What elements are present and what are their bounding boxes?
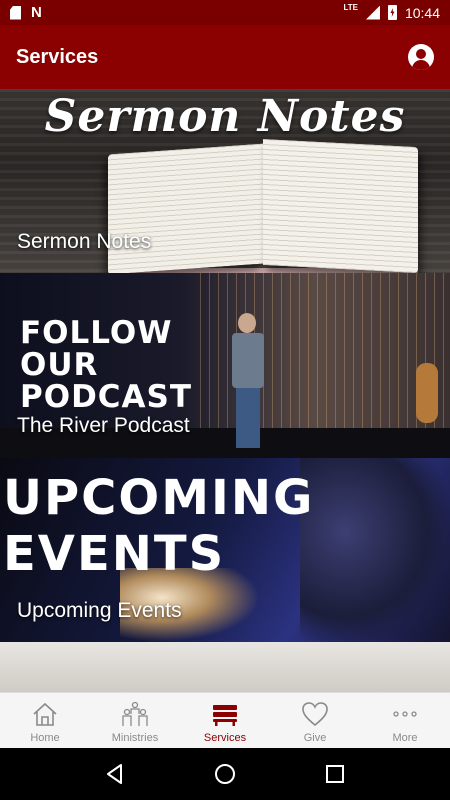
home-circle-icon[interactable] [213, 762, 237, 786]
system-navigation [0, 748, 450, 800]
person-image [300, 458, 450, 642]
card-label: The River Podcast [17, 414, 190, 437]
card-image-title: FOLLOW OUR PODCAST [20, 315, 193, 415]
heart-icon [301, 701, 329, 727]
network-type: LTE [343, 3, 358, 12]
speaker-figure [228, 313, 268, 453]
bible-image [108, 138, 418, 273]
app-bar: Services [0, 25, 450, 89]
guitar-image [416, 363, 438, 423]
podcast-card[interactable]: FOLLOW OUR PODCAST The River Podcast [0, 273, 450, 458]
recents-icon[interactable] [323, 762, 347, 786]
clock: 10:44 [404, 4, 440, 21]
card-label: Sermon Notes [17, 230, 152, 253]
pews-icon [211, 701, 239, 727]
status-bar: N LTE 10:44 [0, 0, 450, 25]
page-title: Services [16, 45, 99, 68]
more-dots-icon [391, 701, 419, 727]
signal-icon [365, 5, 380, 20]
nav-label: Home [30, 732, 60, 744]
nav-label: Services [203, 732, 247, 744]
sd-card-icon [10, 5, 21, 20]
nav-label: Give [303, 732, 327, 744]
nav-item-home[interactable]: Home [0, 693, 90, 748]
back-icon[interactable] [103, 762, 127, 786]
nav-item-services[interactable]: Services [180, 693, 270, 748]
partial-card[interactable] [0, 642, 450, 692]
n-notification-icon: N [31, 4, 42, 21]
nav-item-ministries[interactable]: Ministries [90, 693, 180, 748]
services-list: Sermon Notes Sermon Notes FOLLOW OUR POD… [0, 89, 450, 692]
nav-label: More [392, 732, 418, 744]
home-icon [31, 701, 59, 727]
card-image-title: Sermon Notes [44, 91, 406, 142]
upcoming-events-card[interactable]: UPCOMING EVENTS Upcoming Events [0, 458, 450, 642]
account-circle-icon[interactable] [408, 44, 434, 70]
nav-item-give[interactable]: Give [270, 693, 360, 748]
battery-charging-icon [387, 5, 397, 20]
nav-item-more[interactable]: More [360, 693, 450, 748]
card-image-title: UPCOMING EVENTS [3, 470, 315, 582]
sermon-notes-card[interactable]: Sermon Notes Sermon Notes [0, 89, 450, 273]
bottom-navigation: Home Ministries Services Give More [0, 692, 450, 748]
card-label: Upcoming Events [17, 599, 182, 622]
people-icon [121, 701, 149, 727]
nav-label: Ministries [111, 732, 159, 744]
